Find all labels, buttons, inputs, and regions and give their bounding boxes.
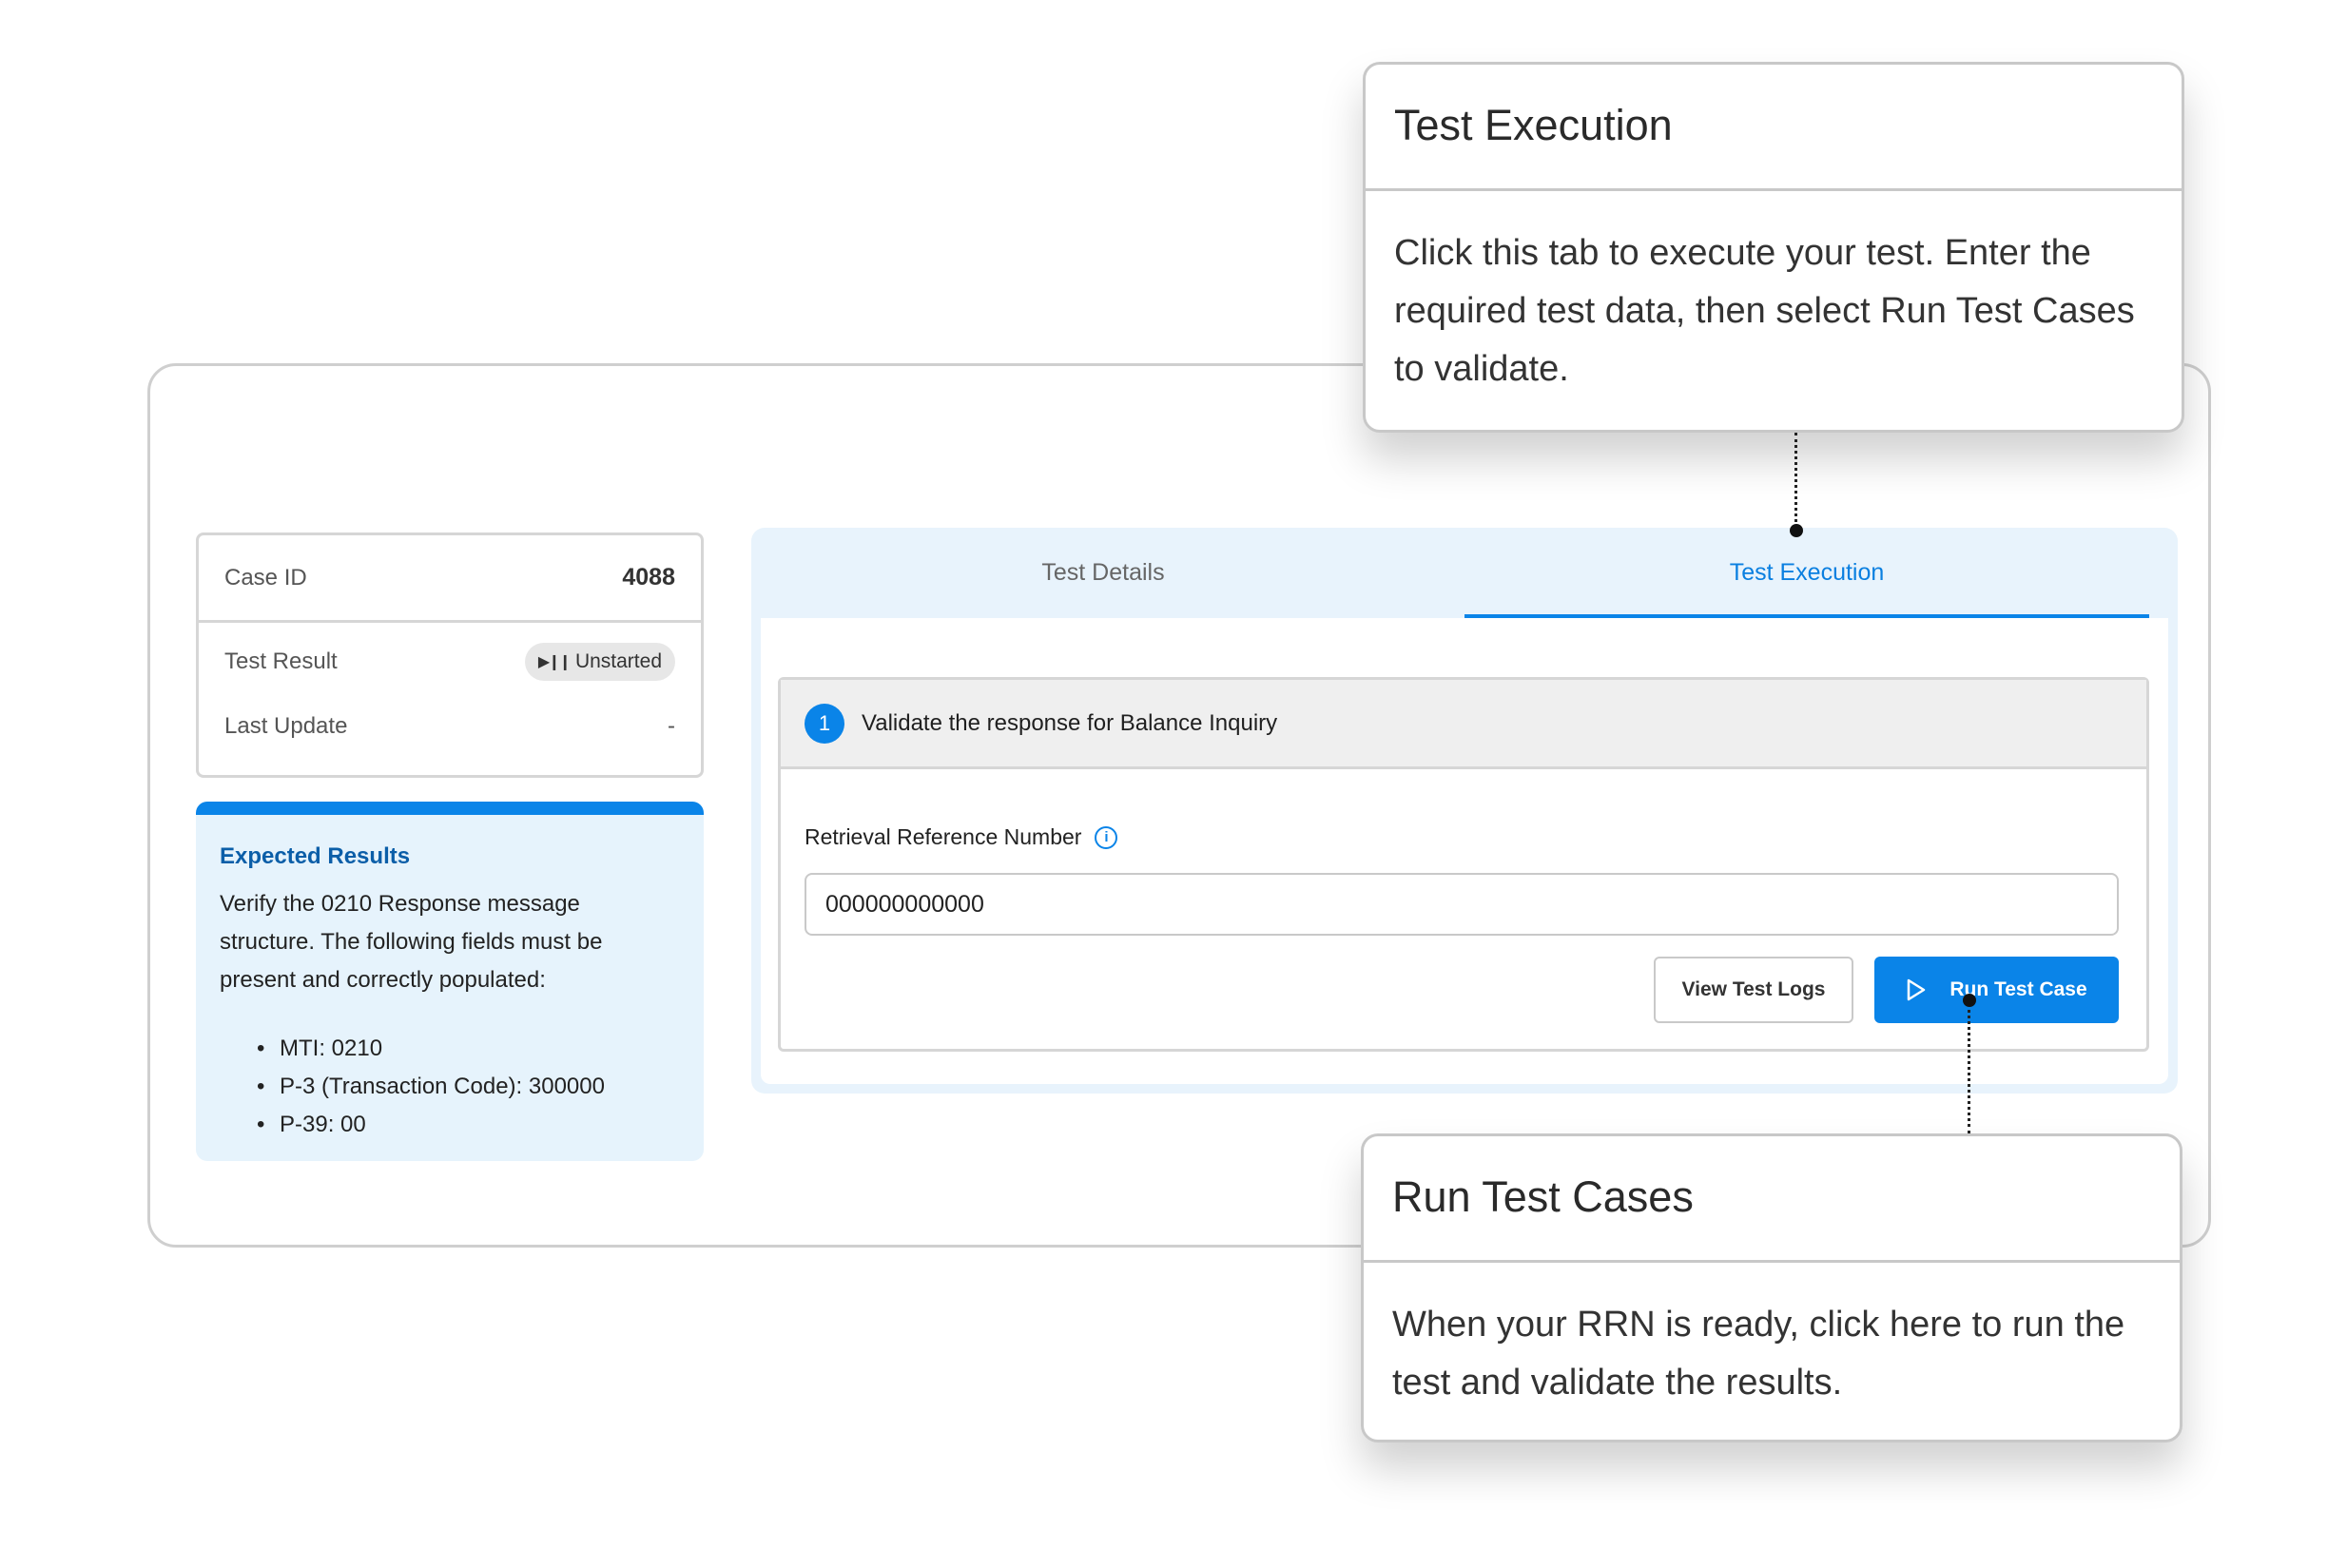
play-icon — [1906, 978, 1927, 1001]
last-update-row: Last Update - — [199, 703, 701, 750]
expected-results-list: MTI: 0210 P-3 (Transaction Code): 300000… — [257, 1030, 605, 1144]
tab-test-execution[interactable]: Test Execution — [1464, 528, 2149, 618]
case-id-label: Case ID — [224, 564, 307, 590]
list-item: MTI: 0210 — [257, 1030, 605, 1068]
tooltip-connector-line — [1968, 1003, 1970, 1133]
rrn-input[interactable] — [805, 873, 2119, 936]
info-icon[interactable]: i — [1095, 825, 1118, 849]
expected-results-title: Expected Results — [220, 843, 411, 869]
test-step-card: 1 Validate the response for Balance Inqu… — [778, 677, 2149, 1052]
expected-results-accent-bar — [196, 802, 704, 815]
tooltip-body: Click this tab to execute your test. Ent… — [1394, 233, 2135, 389]
expected-results-card: Expected Results Verify the 0210 Respons… — [196, 802, 704, 1161]
test-result-label: Test Result — [224, 648, 338, 674]
status-badge: ▶❙❙ Unstarted — [524, 643, 675, 681]
play-pause-icon: ▶❙❙ — [537, 654, 572, 670]
tooltip-body: When your RRN is ready, click here to ru… — [1392, 1305, 2125, 1403]
expected-results-description: Verify the 0210 Response message structu… — [220, 891, 603, 993]
tab-bar: Test Details Test Execution — [751, 528, 2178, 618]
list-item: P-39: 00 — [257, 1106, 605, 1144]
last-update-value: - — [668, 713, 675, 739]
step-number-badge: 1 — [805, 703, 844, 744]
test-result-row: Test Result ▶❙❙ Unstarted — [199, 638, 701, 686]
tooltip-title: Test Execution — [1394, 101, 1673, 149]
tooltip-divider — [1366, 188, 2182, 191]
tooltip-anchor-dot — [1790, 524, 1803, 537]
view-test-logs-button[interactable]: View Test Logs — [1654, 957, 1853, 1023]
tooltip-test-execution: Test Execution Click this tab to execute… — [1363, 62, 2184, 433]
case-info-card: Case ID 4088 Test Result ▶❙❙ Unstarted L… — [196, 532, 704, 778]
tooltip-divider — [1364, 1260, 2180, 1263]
case-id-value: 4088 — [622, 564, 675, 590]
status-badge-text: Unstarted — [574, 650, 662, 672]
tooltip-title: Run Test Cases — [1392, 1172, 1694, 1221]
run-test-case-button[interactable]: Run Test Case — [1874, 957, 2119, 1023]
tooltip-connector-line — [1794, 433, 1797, 528]
test-step-header: 1 Validate the response for Balance Inqu… — [781, 680, 2146, 769]
list-item: P-3 (Transaction Code): 300000 — [257, 1068, 605, 1106]
case-id-row: Case ID 4088 — [199, 535, 701, 623]
tooltip-run-test-cases: Run Test Cases When your RRN is ready, c… — [1361, 1133, 2182, 1442]
tab-test-details[interactable]: Test Details — [761, 528, 1445, 618]
rrn-field-label: Retrieval Reference Number — [805, 824, 1082, 849]
step-title: Validate the response for Balance Inquir… — [862, 709, 1278, 736]
last-update-label: Last Update — [224, 713, 348, 739]
tooltip-anchor-dot — [1963, 994, 1976, 1007]
rrn-field-label-row: Retrieval Reference Number i — [805, 824, 1118, 850]
